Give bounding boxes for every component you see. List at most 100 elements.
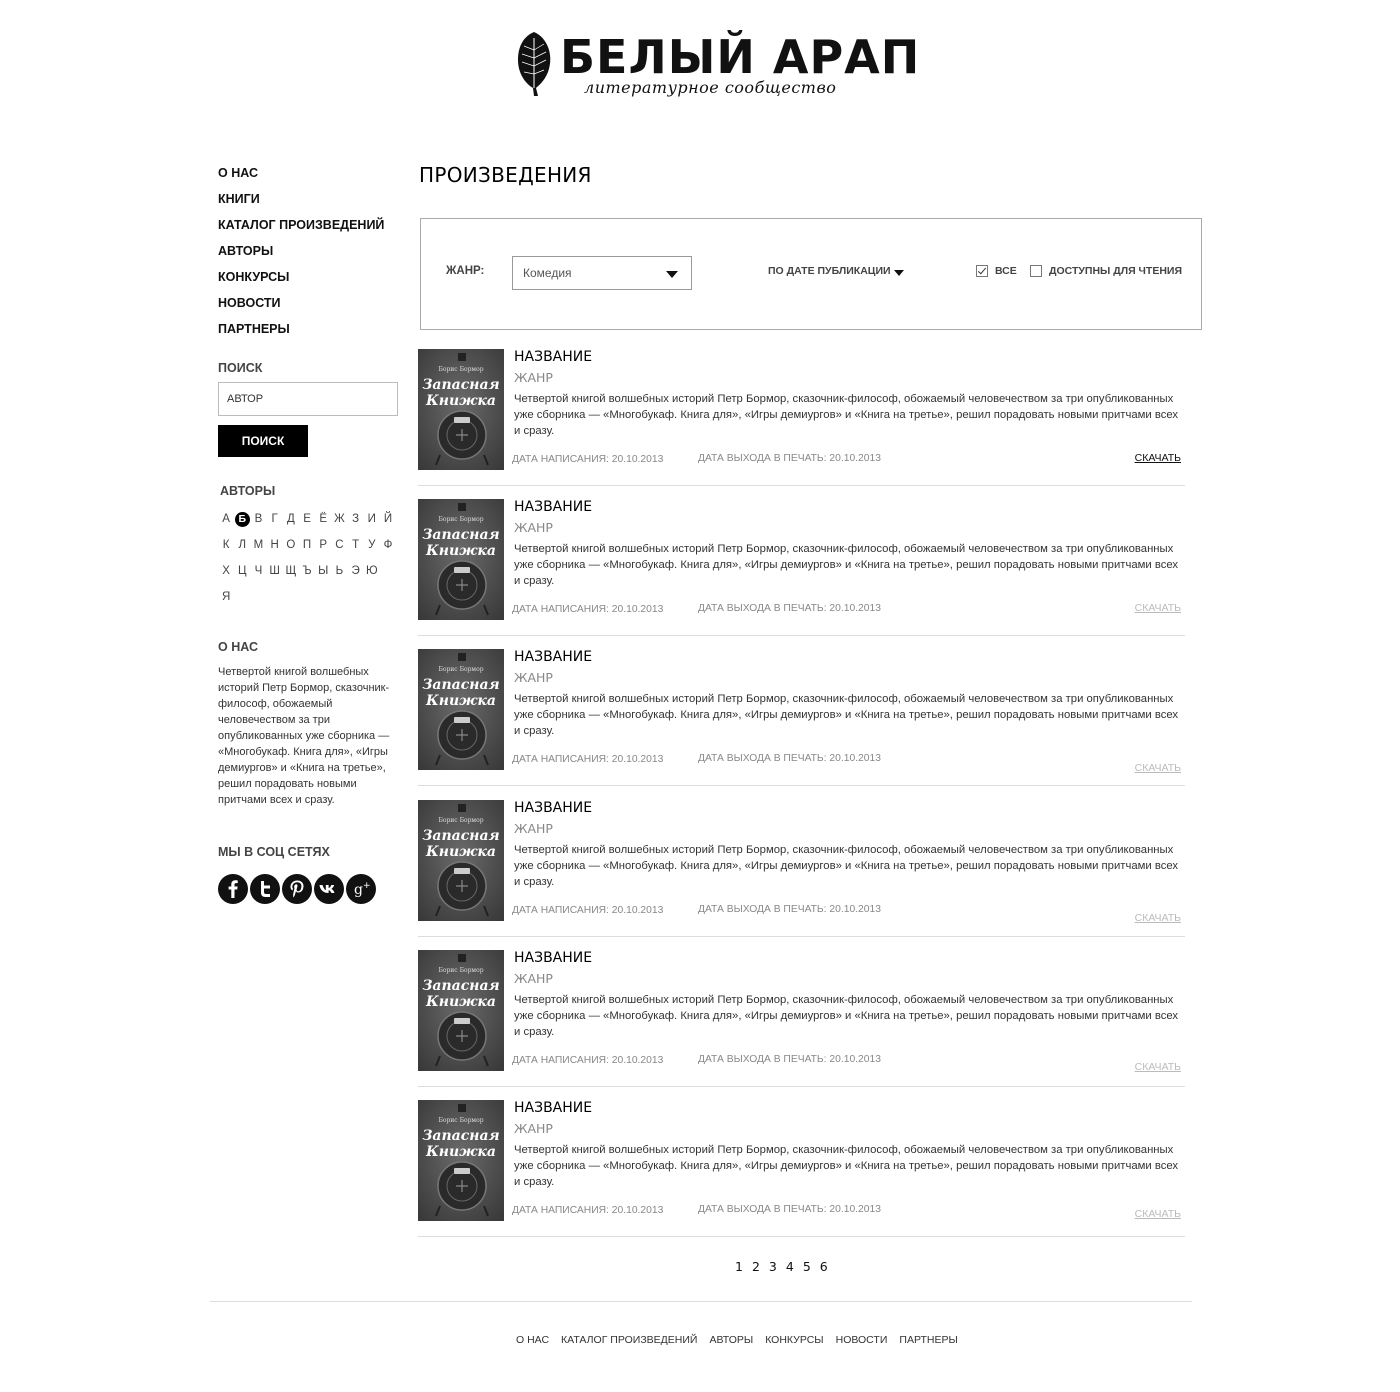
alphabet-letter[interactable]: Д bbox=[283, 513, 299, 525]
work-print-date: ДАТА ВЫХОДА В ПЕЧАТЬ: 20.10.2013 bbox=[698, 904, 881, 915]
filter-all-checkbox[interactable]: ВСЕ bbox=[976, 265, 1017, 277]
checkbox-checked-icon[interactable] bbox=[976, 265, 988, 277]
footer-link[interactable]: КАТАЛОГ ПРОИЗВЕДЕНИЙ bbox=[561, 1334, 697, 1346]
work-title[interactable]: НАЗВАНИЕ bbox=[514, 649, 592, 665]
footer-link[interactable]: АВТОРЫ bbox=[709, 1334, 753, 1346]
search-input[interactable] bbox=[218, 382, 398, 416]
alphabet-letter[interactable]: Г bbox=[267, 513, 283, 525]
sidebar: О НАС КНИГИ КАТАЛОГ ПРОИЗВЕДЕНИЙ АВТОРЫ … bbox=[218, 160, 403, 904]
download-link[interactable]: СКАЧАТЬ bbox=[1135, 912, 1181, 924]
work-print-date: ДАТА ВЫХОДА В ПЕЧАТЬ: 20.10.2013 bbox=[698, 1054, 881, 1065]
alphabet-letter[interactable]: Т bbox=[348, 539, 364, 551]
alphabet-letter[interactable]: М bbox=[250, 539, 266, 551]
alphabet-letter[interactable]: Х bbox=[218, 565, 234, 577]
download-link[interactable]: СКАЧАТЬ bbox=[1135, 452, 1181, 464]
pinterest-icon[interactable] bbox=[282, 874, 312, 904]
alphabet-letter[interactable]: Н bbox=[267, 539, 283, 551]
book-cover-art: Борис Бормор Запасная Книжка bbox=[418, 950, 504, 1071]
alphabet-letter[interactable]: Ш bbox=[267, 565, 283, 577]
alphabet-letter[interactable]: И bbox=[364, 513, 380, 525]
alphabet-letter[interactable]: Р bbox=[315, 539, 331, 551]
work-title[interactable]: НАЗВАНИЕ bbox=[514, 349, 592, 365]
sidebar-item-news[interactable]: НОВОСТИ bbox=[218, 290, 403, 316]
sort-by-date-button[interactable]: ПО ДАТЕ ПУБЛИКАЦИИ bbox=[768, 265, 891, 277]
alphabet-letter[interactable]: О bbox=[283, 539, 299, 551]
alphabet-letter[interactable]: Ы bbox=[315, 565, 331, 577]
download-link[interactable]: СКАЧАТЬ bbox=[1135, 1208, 1181, 1220]
work-description: Четвертой книгой волшебных историй Петр … bbox=[514, 994, 1179, 1038]
page-link[interactable]: 2 bbox=[752, 1259, 760, 1274]
work-item: Борис Бормор Запасная Книжка НАЗВАНИЕ ЖА… bbox=[418, 1100, 1185, 1237]
alphabet-letter[interactable]: Ц bbox=[234, 565, 250, 577]
search-button[interactable]: ПОИСК bbox=[218, 425, 308, 457]
feather-icon bbox=[518, 32, 551, 96]
book-cover-image[interactable]: Борис Бормор Запасная Книжка bbox=[418, 950, 504, 1071]
alphabet-letter[interactable]: С bbox=[331, 539, 347, 551]
alphabet-letter[interactable]: Л bbox=[234, 539, 250, 551]
alphabet-letter[interactable]: Щ bbox=[283, 565, 299, 577]
logo-subtitle: литературное сообщество bbox=[584, 78, 837, 97]
genre-label: ЖАНР: bbox=[446, 265, 485, 277]
alphabet-letter[interactable]: Ь bbox=[331, 565, 347, 577]
work-written-date: ДАТА НАПИСАНИЯ: 20.10.2013 bbox=[512, 1205, 664, 1216]
facebook-icon[interactable] bbox=[218, 874, 248, 904]
sidebar-item-partners[interactable]: ПАРТНЕРЫ bbox=[218, 316, 403, 342]
genre-select[interactable]: Комедия bbox=[512, 256, 692, 290]
checkbox-empty-icon[interactable] bbox=[1030, 265, 1042, 277]
twitter-icon[interactable] bbox=[250, 874, 280, 904]
work-print-date: ДАТА ВЫХОДА В ПЕЧАТЬ: 20.10.2013 bbox=[698, 453, 881, 464]
download-link[interactable]: СКАЧАТЬ bbox=[1135, 1061, 1181, 1073]
sidebar-item-contests[interactable]: КОНКУРСЫ bbox=[218, 264, 403, 290]
alphabet-letter[interactable]: А bbox=[218, 513, 234, 525]
footer-link[interactable]: НОВОСТИ bbox=[836, 1334, 888, 1346]
page-link[interactable]: 3 bbox=[769, 1259, 777, 1274]
alphabet-letter[interactable]: Э bbox=[348, 565, 364, 577]
filter-available-checkbox[interactable]: ДОСТУПНЫ ДЛЯ ЧТЕНИЯ bbox=[1030, 265, 1182, 277]
page-link[interactable]: 1 bbox=[735, 1259, 743, 1274]
alphabet-letter[interactable]: Ю bbox=[364, 565, 380, 577]
book-cover-image[interactable]: Борис Бормор Запасная Книжка bbox=[418, 499, 504, 620]
alphabet-letter[interactable]: Й bbox=[380, 513, 396, 525]
work-title[interactable]: НАЗВАНИЕ bbox=[514, 1100, 592, 1116]
alphabet-letter[interactable]: П bbox=[299, 539, 315, 551]
alphabet-letter[interactable]: В bbox=[250, 513, 266, 525]
download-link[interactable]: СКАЧАТЬ bbox=[1135, 762, 1181, 774]
footer-link[interactable]: О НАС bbox=[516, 1334, 549, 1346]
alphabet-letter[interactable]: У bbox=[364, 539, 380, 551]
alphabet-letter[interactable]: Ж bbox=[331, 513, 347, 525]
footer-link[interactable]: КОНКУРСЫ bbox=[765, 1334, 823, 1346]
alphabet-letter[interactable]: Ф bbox=[380, 539, 396, 551]
work-title[interactable]: НАЗВАНИЕ bbox=[514, 800, 592, 816]
cover-title-line-2: Книжка bbox=[425, 393, 496, 409]
sidebar-item-about[interactable]: О НАС bbox=[218, 160, 403, 186]
book-cover-art: Борис Бормор Запасная Книжка bbox=[418, 499, 504, 620]
book-cover-image[interactable]: Борис Бормор Запасная Книжка bbox=[418, 1100, 504, 1221]
alphabet-letter[interactable]: З bbox=[348, 513, 364, 525]
book-cover-image[interactable]: Борис Бормор Запасная Книжка bbox=[418, 800, 504, 921]
download-link[interactable]: СКАЧАТЬ bbox=[1135, 602, 1181, 614]
sort-arrow-icon[interactable] bbox=[894, 270, 904, 276]
alphabet-letter[interactable]: Ч bbox=[250, 565, 266, 577]
google-plus-icon[interactable]: g + bbox=[346, 874, 376, 904]
work-title[interactable]: НАЗВАНИЕ bbox=[514, 950, 592, 966]
sidebar-item-catalog[interactable]: КАТАЛОГ ПРОИЗВЕДЕНИЙ bbox=[218, 212, 403, 238]
alphabet-letter[interactable]: Б bbox=[234, 511, 250, 527]
about-heading: О НАС bbox=[218, 640, 258, 654]
book-cover-image[interactable]: Борис Бормор Запасная Книжка bbox=[418, 349, 504, 470]
vk-icon[interactable] bbox=[314, 874, 344, 904]
alphabet-letter[interactable]: Е bbox=[299, 513, 315, 525]
book-cover-image[interactable]: Борис Бормор Запасная Книжка bbox=[418, 649, 504, 770]
alphabet-letter[interactable]: Ъ bbox=[299, 565, 315, 577]
page-link[interactable]: 4 bbox=[786, 1259, 794, 1274]
alphabet-letter[interactable]: Я bbox=[218, 591, 234, 603]
sidebar-item-books[interactable]: КНИГИ bbox=[218, 186, 403, 212]
work-title[interactable]: НАЗВАНИЕ bbox=[514, 499, 592, 515]
site-logo[interactable]: БЕЛЫЙ АРАП литературное сообщество bbox=[514, 30, 919, 100]
sidebar-item-authors[interactable]: АВТОРЫ bbox=[218, 238, 403, 264]
alphabet-row: АБВГДЕЁЖЗИЙ bbox=[218, 506, 403, 532]
alphabet-letter[interactable]: Ё bbox=[315, 513, 331, 525]
page-link[interactable]: 5 bbox=[803, 1259, 811, 1274]
alphabet-letter[interactable]: К bbox=[218, 539, 234, 551]
page-link[interactable]: 6 bbox=[820, 1259, 828, 1274]
footer-link[interactable]: ПАРТНЕРЫ bbox=[899, 1334, 957, 1346]
